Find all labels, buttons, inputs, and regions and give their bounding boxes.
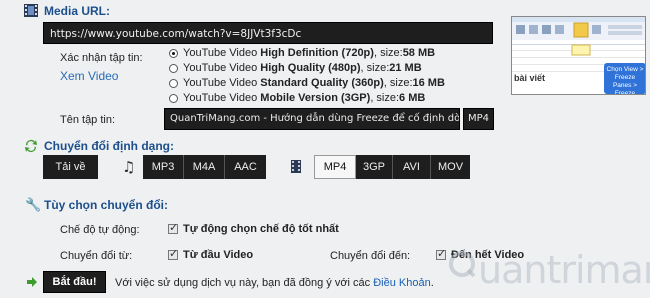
option-prefix: YouTube Video bbox=[183, 77, 258, 89]
conversion-options-title: Tùy chọn chuyển đổi: bbox=[44, 198, 169, 212]
format-mov-button[interactable]: MOV bbox=[431, 155, 470, 179]
download-button[interactable]: Tải về bbox=[43, 155, 98, 179]
option-size: 58 MB bbox=[402, 47, 436, 59]
download-button-group: Tải về bbox=[43, 155, 98, 179]
auto-mode-checkbox[interactable] bbox=[168, 221, 178, 235]
format-m4a-button[interactable]: M4A bbox=[184, 155, 225, 179]
terms-period: . bbox=[430, 277, 434, 289]
convert-from-option[interactable]: Từ đầu Video bbox=[168, 247, 254, 261]
wrench-icon: 🔧 bbox=[25, 198, 42, 213]
thumbnail-caption: bài viết bbox=[514, 73, 546, 83]
radio-button[interactable] bbox=[169, 93, 178, 103]
convert-icon bbox=[24, 139, 38, 153]
option-size: 6 MB bbox=[399, 92, 426, 104]
watermark-text: uantrimang bbox=[478, 248, 650, 292]
quality-option-480p[interactable]: YouTube Video High Quality (480p), size:… bbox=[169, 61, 469, 75]
terms-text: Với việc sử dụng dịch vụ này, bạn đã đồn… bbox=[115, 277, 374, 289]
convert-from-checkbox[interactable] bbox=[168, 247, 178, 261]
format-mp4-button[interactable]: MP4 bbox=[314, 155, 356, 179]
media-url-title: Media URL: bbox=[44, 4, 110, 18]
option-quality: Mobile Version (3GP) bbox=[260, 92, 371, 104]
terms-link[interactable]: Điều Khoản bbox=[373, 277, 431, 289]
start-button[interactable]: Bắt đầu! bbox=[43, 271, 106, 293]
convert-from-value: Từ đầu Video bbox=[183, 249, 254, 261]
watch-video-link[interactable]: Xem Video bbox=[60, 69, 118, 83]
convert-to-label: Chuyển đổi đến: bbox=[330, 250, 411, 262]
option-size: 21 MB bbox=[389, 62, 422, 74]
option-quality: Standard Quality (360p) bbox=[260, 77, 384, 89]
option-size-label: , size: bbox=[383, 77, 413, 89]
filename-input[interactable]: QuanTriMang.com - Hướng dẫn dùng Freeze … bbox=[164, 108, 460, 130]
option-quality: High Definition (720p) bbox=[260, 47, 374, 59]
video-format-group: MP4 3GP AVI MOV bbox=[314, 155, 470, 179]
quality-option-720p[interactable]: YouTube Video High Definition (720p), si… bbox=[169, 46, 469, 60]
option-size-label: , size: bbox=[373, 47, 403, 59]
confirm-file-label: Xác nhận tập tin: bbox=[60, 52, 143, 64]
quality-options: YouTube Video High Definition (720p), si… bbox=[169, 46, 469, 105]
convert-to-checkbox[interactable] bbox=[436, 247, 446, 261]
auto-mode-option[interactable]: Tự động chọn chế độ tốt nhất bbox=[168, 221, 339, 235]
radio-button[interactable] bbox=[169, 48, 178, 58]
thumbnail-overlay-text: Chọn View > Freeze Panes > Freeze Panes bbox=[606, 66, 644, 95]
media-url-input[interactable]: https://www.youtube.com/watch?v=8JJVt3f3… bbox=[43, 22, 493, 44]
option-prefix: YouTube Video bbox=[183, 62, 258, 74]
music-note-icon: ♫ bbox=[122, 158, 136, 176]
quality-option-3gp[interactable]: YouTube Video Mobile Version (3GP), size… bbox=[169, 91, 469, 105]
option-size-label: , size: bbox=[370, 92, 400, 104]
radio-button[interactable] bbox=[169, 78, 178, 88]
watermark-logo-icon bbox=[448, 250, 476, 278]
option-size: 16 MB bbox=[412, 77, 445, 89]
auto-mode-label: Chế độ tự động: bbox=[60, 224, 140, 236]
convert-format-title: Chuyển đổi định dạng: bbox=[44, 139, 174, 153]
filename-label: Tên tập tin: bbox=[60, 114, 116, 126]
quality-option-360p[interactable]: YouTube Video Standard Quality (360p), s… bbox=[169, 76, 469, 90]
film-strip-icon bbox=[291, 160, 301, 173]
option-size-label: , size: bbox=[360, 62, 390, 74]
format-3gp-button[interactable]: 3GP bbox=[356, 155, 393, 179]
video-thumbnail[interactable]: bài viết Chọn View > Freeze Panes > Free… bbox=[511, 16, 646, 95]
option-quality: High Quality (480p) bbox=[260, 62, 361, 74]
radio-button[interactable] bbox=[169, 63, 178, 73]
option-prefix: YouTube Video bbox=[183, 47, 258, 59]
file-extension: MP4 bbox=[463, 108, 494, 130]
format-aac-button[interactable]: AAC bbox=[225, 155, 266, 179]
format-avi-button[interactable]: AVI bbox=[393, 155, 431, 179]
option-prefix: YouTube Video bbox=[183, 92, 258, 104]
film-icon bbox=[24, 4, 38, 17]
convert-from-label: Chuyển đổi từ: bbox=[60, 250, 133, 262]
format-mp3-button[interactable]: MP3 bbox=[143, 155, 184, 179]
audio-format-group: MP3 M4A AAC bbox=[143, 155, 266, 179]
auto-mode-value: Tự động chọn chế độ tốt nhất bbox=[183, 223, 339, 235]
arrow-right-icon bbox=[27, 277, 37, 287]
terms-notice: Với việc sử dụng dịch vụ này, bạn đã đồn… bbox=[115, 277, 434, 289]
